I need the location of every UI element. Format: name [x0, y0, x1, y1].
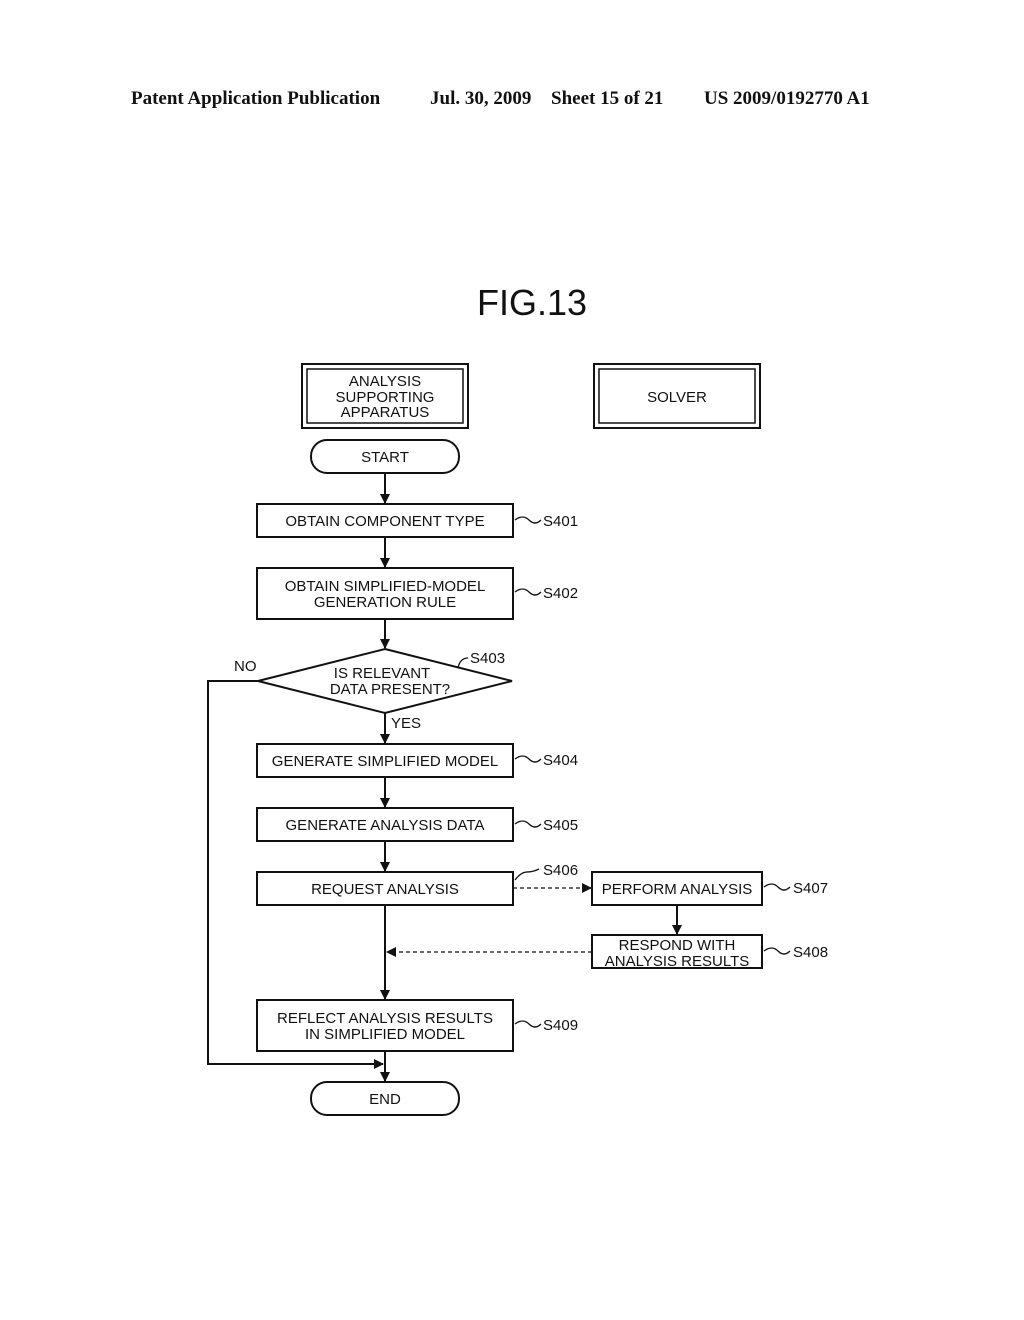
s409-text-2: IN SIMPLIFIED MODEL	[305, 1026, 465, 1043]
end-label: END	[369, 1091, 401, 1108]
s403-text-1: IS RELEVANT	[334, 665, 430, 682]
yes-label: YES	[391, 715, 421, 732]
leader-s407	[763, 883, 791, 891]
s401-id: S401	[543, 513, 578, 530]
start-label: START	[361, 449, 409, 466]
no-label: NO	[234, 658, 257, 675]
leader-s409	[514, 1020, 542, 1028]
leader-s404	[514, 755, 542, 763]
leader-s405	[514, 820, 542, 828]
s406-text: REQUEST ANALYSIS	[311, 881, 459, 898]
lane-left-line-1: ANALYSIS	[349, 373, 421, 390]
s407-id: S407	[793, 880, 828, 897]
s404-text: GENERATE SIMPLIFIED MODEL	[272, 753, 498, 770]
s402-text-1: OBTAIN SIMPLIFIED-MODEL	[285, 578, 486, 595]
s404-id: S404	[543, 752, 578, 769]
s405-text: GENERATE ANALYSIS DATA	[286, 817, 485, 834]
s409-text-1: REFLECT ANALYSIS RESULTS	[277, 1010, 493, 1027]
s406-id: S406	[543, 862, 578, 879]
lane-right-label: SOLVER	[647, 389, 707, 406]
s407-text: PERFORM ANALYSIS	[602, 881, 753, 898]
s403-text-2: DATA PRESENT?	[330, 681, 450, 698]
s405-id: S405	[543, 817, 578, 834]
s409-id: S409	[543, 1017, 578, 1034]
leader-s401	[514, 516, 542, 524]
lane-left-line-3: APPARATUS	[341, 404, 430, 421]
leader-s406	[514, 868, 540, 881]
leader-s408	[763, 947, 791, 955]
leader-s402	[514, 588, 542, 596]
s403-id: S403	[470, 650, 505, 667]
flowchart: ANALYSIS SUPPORTING APPARATUS SOLVER STA…	[207, 363, 828, 1116]
s408-text-2: ANALYSIS RESULTS	[605, 953, 750, 970]
s408-text-1: RESPOND WITH	[619, 937, 736, 954]
s402-text-2: GENERATION RULE	[314, 594, 456, 611]
leader-s403	[457, 657, 469, 669]
s408-id: S408	[793, 944, 828, 961]
s402-id: S402	[543, 585, 578, 602]
s401-text: OBTAIN COMPONENT TYPE	[285, 513, 484, 530]
